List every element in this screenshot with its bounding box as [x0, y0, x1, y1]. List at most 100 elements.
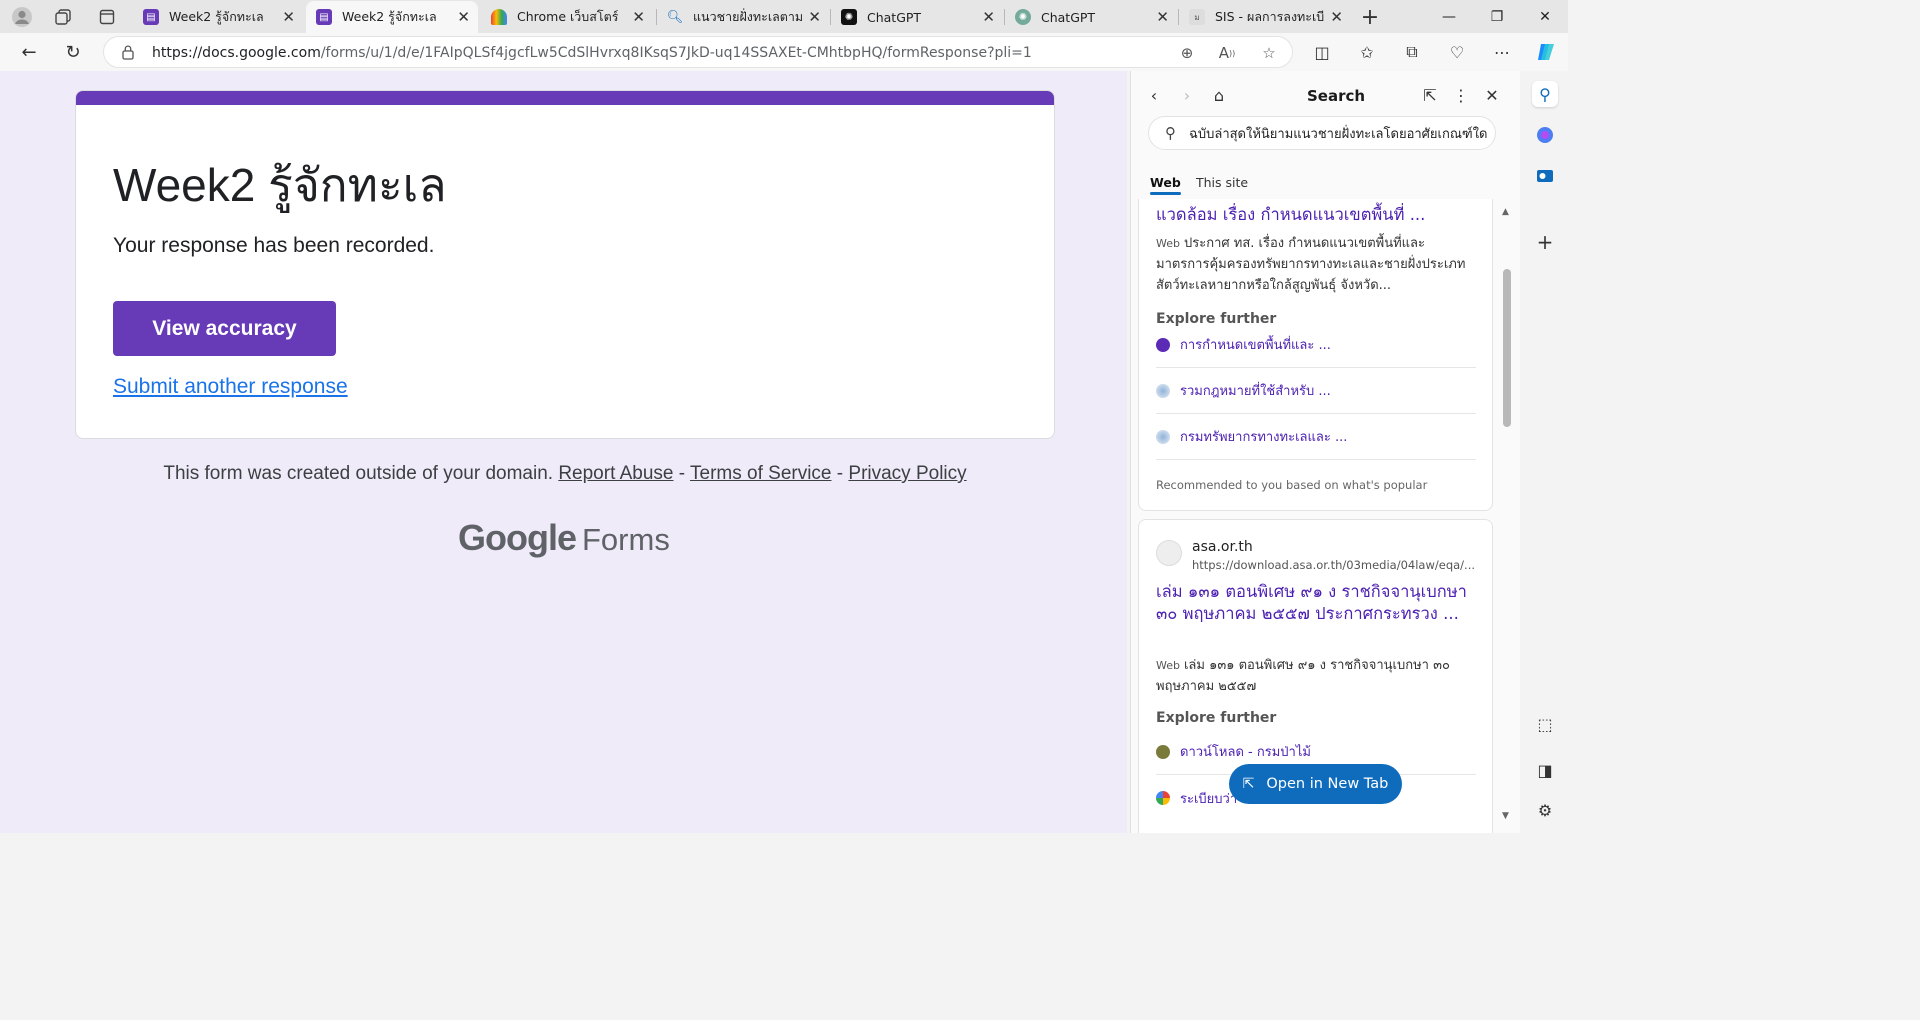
explore-item[interactable]: รวมกฎหมายที่ใช้สำหรับ ...: [1156, 368, 1476, 414]
tab-actions-icon[interactable]: [94, 5, 120, 29]
tab-label: SIS - ผลการลงทะเบียน: [1215, 9, 1325, 24]
site-favicon-icon: [1156, 429, 1170, 444]
collections-icon[interactable]: ⧉: [1397, 38, 1427, 66]
result-card: แวดล้อม เรื่อง กำหนดแนวเขตพื้นที่ ... We…: [1138, 199, 1493, 511]
panel-title: Search: [1307, 87, 1366, 105]
add-app-icon[interactable]: +: [1532, 229, 1558, 255]
workspaces-icon[interactable]: [50, 5, 76, 29]
tab-week2-1[interactable]: ▤ Week2 รู้จักทะเล ✕: [133, 1, 303, 33]
confirmation-message: Your response has been recorded.: [113, 234, 435, 257]
maximize-button[interactable]: ❐: [1474, 0, 1520, 33]
panel-scrollbar[interactable]: ▲ ▼: [1499, 201, 1515, 829]
url-text[interactable]: https://docs.google.com/forms/u/1/d/e/1F…: [152, 45, 1032, 61]
logo-google-text: Google: [458, 517, 577, 558]
close-icon[interactable]: ✕: [282, 8, 295, 26]
google-forms-logo[interactable]: Google Forms: [458, 517, 670, 559]
google-forms-icon: ▤: [316, 9, 332, 25]
explore-item-label: ดาวน์โหลด - กรมป่าไม้: [1180, 745, 1311, 760]
tab-search[interactable]: 🔍︎ แนวชายฝั่งทะเลตามประ ✕: [657, 1, 829, 33]
tab-chatgpt-1[interactable]: ✺ ChatGPT ✕: [831, 1, 1003, 33]
search-icon[interactable]: ⚲: [1532, 81, 1558, 107]
split-screen-icon[interactable]: ◫: [1307, 38, 1337, 66]
explore-item-label: รวมกฎหมายที่ใช้สำหรับ ...: [1180, 384, 1331, 399]
form-title: Week2 รู้จักทะเล: [113, 159, 447, 211]
footer-separator: -: [678, 463, 686, 484]
site-favicon-icon: [1156, 383, 1170, 398]
web-tag: Web: [1156, 237, 1180, 250]
scrollbar-thumb[interactable]: [1503, 269, 1511, 427]
form-footer: This form was created outside of your do…: [0, 463, 1130, 485]
submit-another-response-link[interactable]: Submit another response: [113, 375, 348, 399]
refresh-icon[interactable]: ↻: [58, 38, 88, 66]
scroll-up-icon[interactable]: ▲: [1502, 207, 1509, 217]
report-abuse-link[interactable]: Report Abuse: [558, 463, 673, 484]
snippet-text: เล่ม ๑๓๑ ตอนพิเศษ ๙๑ ง ราชกิจจานุเบกษา ๓…: [1156, 658, 1450, 694]
footer-separator: -: [836, 463, 844, 484]
explore-item[interactable]: กรมทรัพยากรทางทะเลและ ...: [1156, 414, 1476, 460]
google-forms-icon: ▤: [143, 9, 159, 25]
outlook-icon[interactable]: [1532, 163, 1558, 189]
close-icon[interactable]: ✕: [1330, 8, 1343, 26]
panel-back-icon[interactable]: ‹: [1142, 84, 1166, 106]
close-icon[interactable]: ✕: [457, 8, 470, 26]
tab-strip: ▤ Week2 รู้จักทะเล ✕ ▤ Week2 รู้จักทะเล …: [0, 0, 1568, 33]
view-accuracy-button[interactable]: View accuracy: [113, 301, 336, 356]
hide-sidebar-icon[interactable]: ◨: [1532, 757, 1558, 783]
open-external-icon: ⇱: [1242, 776, 1255, 792]
tab-web[interactable]: Web: [1150, 175, 1181, 195]
read-aloud-icon[interactable]: A)): [1217, 44, 1237, 62]
panel-forward-icon[interactable]: ›: [1175, 84, 1199, 106]
scroll-down-icon[interactable]: ▼: [1502, 811, 1509, 821]
result-title[interactable]: แวดล้อม เรื่อง กำหนดแนวเขตพื้นที่ ...: [1156, 204, 1476, 226]
favorites-icon[interactable]: ✩: [1352, 38, 1382, 66]
search-icon: ⚲: [1165, 124, 1176, 142]
tab-chrome-webstore[interactable]: Chrome เว็บสโตร์ ✕: [481, 1, 653, 33]
tab-sis[interactable]: ม SIS - ผลการลงทะเบียน ✕: [1179, 1, 1351, 33]
back-arrow-icon[interactable]: ←: [14, 38, 44, 66]
recommendation-note: Recommended to you based on what's popul…: [1156, 478, 1428, 492]
logo-forms-text: Forms: [582, 522, 670, 557]
results-list[interactable]: แวดล้อม เรื่อง กำหนดแนวเขตพื้นที่ ... We…: [1131, 199, 1521, 833]
window-close-button[interactable]: ✕: [1522, 0, 1568, 33]
result-site-name[interactable]: asa.or.th: [1192, 539, 1253, 555]
copilot-icon[interactable]: [1531, 38, 1561, 66]
explore-item[interactable]: การกำหนดเขตพื้นที่และ ...: [1156, 322, 1476, 368]
tab-week2-active[interactable]: ▤ Week2 รู้จักทะเล ✕: [306, 1, 478, 33]
lock-icon[interactable]: [122, 44, 134, 60]
profile-icon[interactable]: [9, 5, 35, 29]
close-icon[interactable]: ✕: [632, 8, 645, 26]
terms-of-service-link[interactable]: Terms of Service: [690, 463, 831, 484]
openai-icon: ✺: [1015, 9, 1031, 25]
open-external-icon[interactable]: ⇱: [1418, 84, 1442, 106]
tab-chatgpt-2[interactable]: ✺ ChatGPT ✕: [1005, 1, 1177, 33]
result-site-url[interactable]: https://download.asa.or.th/03media/04law…: [1192, 558, 1482, 572]
new-tab-button[interactable]: +: [1356, 3, 1384, 31]
favorite-star-icon[interactable]: ☆: [1259, 44, 1279, 62]
tab-this-site[interactable]: This site: [1196, 175, 1248, 190]
more-menu-icon[interactable]: ⋯: [1487, 38, 1517, 66]
panel-more-icon[interactable]: ⋮: [1449, 84, 1473, 106]
panel-home-icon[interactable]: ⌂: [1207, 84, 1231, 106]
asa-site-icon: [1156, 540, 1182, 566]
openai-icon: ✺: [841, 9, 857, 25]
privacy-policy-link[interactable]: Privacy Policy: [848, 463, 966, 484]
minimize-button[interactable]: —: [1426, 0, 1472, 33]
address-bar[interactable]: https://docs.google.com/forms/u/1/d/e/1F…: [103, 36, 1293, 68]
copilot-app-icon[interactable]: [1532, 122, 1558, 148]
close-icon[interactable]: ✕: [1156, 8, 1169, 26]
settings-gear-icon[interactable]: ⚙: [1532, 797, 1558, 823]
panel-close-icon[interactable]: ✕: [1480, 84, 1504, 106]
panel-search-box[interactable]: ⚲: [1148, 116, 1496, 150]
result-title[interactable]: เล่ม ๑๓๑ ตอนพิเศษ ๙๑ ง ราชกิจจานุเบกษา ๓…: [1156, 581, 1476, 625]
screenshot-icon[interactable]: ⬚: [1532, 711, 1558, 737]
zoom-icon[interactable]: ⊕: [1177, 44, 1197, 62]
panel-search-input[interactable]: [1189, 123, 1489, 143]
close-icon[interactable]: ✕: [982, 8, 995, 26]
sis-icon: ม: [1189, 9, 1205, 25]
tab-label: ChatGPT: [867, 9, 922, 25]
browser-essentials-icon[interactable]: ♡: [1442, 38, 1472, 66]
close-icon[interactable]: ✕: [808, 8, 821, 26]
snippet-text: ประกาศ ทส. เรื่อง กำหนดแนวเขตพื้นที่และม…: [1156, 236, 1466, 293]
open-in-new-tab-button[interactable]: ⇱ Open in New Tab: [1229, 764, 1402, 804]
chrome-webstore-icon: [491, 9, 507, 25]
